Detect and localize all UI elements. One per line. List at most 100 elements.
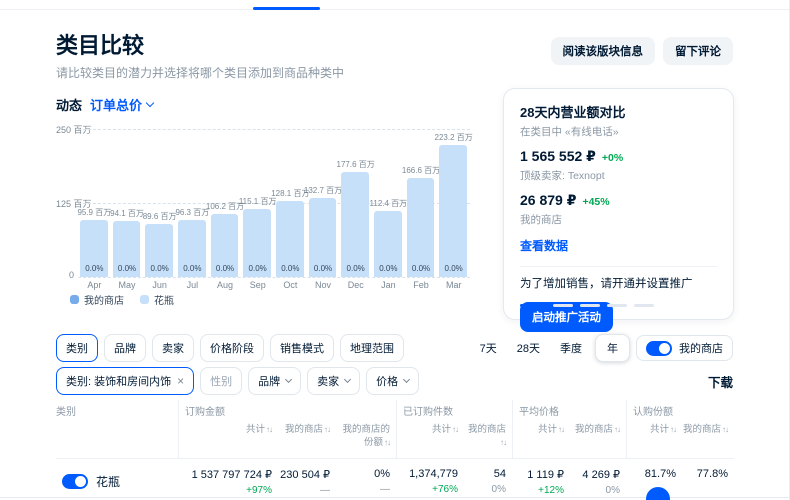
table-cell: 77.8%: [682, 459, 734, 496]
gridline-250: [78, 129, 470, 130]
period-option[interactable]: 年: [595, 334, 630, 362]
cell-delta: +97%: [178, 485, 272, 496]
filter-tab[interactable]: 品牌: [104, 334, 146, 362]
my-shop-toggle-label: 我的商店: [679, 340, 723, 356]
bar-feb[interactable]: [407, 178, 435, 277]
remove-filter-icon[interactable]: ×: [177, 375, 184, 387]
bar-chart: 250 百万 125 百万 0 95.9 百万0.0%94.1 百万0.0%89…: [56, 117, 470, 293]
filter-tab[interactable]: 地理范围: [340, 334, 404, 362]
pagination-dot[interactable]: [553, 304, 573, 307]
x-axis-label: Nov: [307, 280, 340, 290]
cell-value: 0%: [336, 468, 390, 480]
table-sub-header[interactable]: 共计↑↓: [178, 421, 278, 459]
active-tab-underline: [253, 7, 320, 10]
bar-share-label: 0.0%: [372, 264, 405, 273]
bar-mar[interactable]: [439, 145, 467, 277]
metric-selector[interactable]: 订单总价: [90, 95, 153, 114]
top-tabs-divider: [0, 9, 789, 10]
filter-dropdown-chip[interactable]: 性别: [200, 367, 242, 395]
category-name: 花瓶: [96, 473, 120, 490]
applied-filter-chip[interactable]: 类别: 装饰和房间内饰×: [56, 367, 194, 395]
x-axis-label: Jan: [372, 280, 405, 290]
category-turnover: 1 565 552 ₽ +0%: [520, 148, 717, 165]
pagination-dot[interactable]: [634, 304, 654, 307]
legend-item: 花瓶: [140, 292, 174, 307]
table-cell: 1,374,779+76%: [396, 459, 464, 496]
period-option[interactable]: 季度: [553, 335, 589, 361]
filter-dropdown-label: 卖家: [317, 373, 339, 389]
x-axis-labels: AprMayJunJulAugSepOctNovDecJanFebMar: [78, 280, 470, 290]
sub-header-label: 共计: [246, 424, 265, 435]
bar-dec[interactable]: [341, 172, 369, 277]
filter-dropdown-chip[interactable]: 卖家: [307, 367, 360, 395]
promo-text: 为了增加销售，请开通并设置推广: [520, 277, 717, 293]
bar-chart-plot: 95.9 百万0.0%94.1 百万0.0%89.6 百万0.0%96.3 百万…: [78, 129, 470, 277]
leave-feedback-button[interactable]: 留下评论: [663, 37, 733, 65]
filter-dropdown-label: 价格: [376, 373, 398, 389]
my-shop-toggle-chip[interactable]: 我的商店: [636, 335, 733, 361]
filter-tab[interactable]: 卖家: [152, 334, 194, 362]
row-toggle[interactable]: [62, 474, 88, 489]
cell-value: 4 269 ₽: [570, 468, 620, 481]
pagination-dot-active[interactable]: [520, 304, 546, 307]
y-tick-0: 0: [69, 270, 74, 280]
sort-icon: ↑↓: [558, 425, 564, 434]
filter-tab[interactable]: 类别: [56, 334, 98, 362]
sub-header-label: 共计: [650, 424, 669, 435]
sub-header-label: 共计: [538, 424, 557, 435]
filter-dropdown-chip[interactable]: 价格: [366, 367, 419, 395]
filter-dropdown-label: 性别: [210, 373, 232, 389]
pagination-dot[interactable]: [580, 304, 600, 307]
chevron-down-icon: [146, 98, 154, 106]
filter-dropdown-chip[interactable]: 品牌: [248, 367, 301, 395]
filter-tab[interactable]: 价格阶段: [200, 334, 264, 362]
read-section-info-button[interactable]: 阅读该版块信息: [551, 37, 656, 65]
bar-value-label: 166.6 百万: [397, 165, 446, 176]
table-sub-header[interactable]: 我的商店↑↓: [570, 421, 626, 459]
card-pagination: [520, 304, 654, 307]
sort-icon: ↑↓: [266, 425, 272, 434]
table-sub-header[interactable]: 我的商店↑↓: [682, 421, 734, 459]
table-cell: 4 269 ₽0%: [570, 459, 626, 496]
view-data-link[interactable]: 查看数据: [520, 237, 568, 254]
table-sub-header[interactable]: 共计↑↓: [512, 421, 570, 459]
period-option[interactable]: 7天: [473, 335, 504, 361]
chevron-down-icon: [344, 376, 351, 383]
my-shop-turnover-value: 26 879 ₽: [520, 192, 576, 209]
cell-value: 54: [464, 468, 506, 480]
period-selector: 7天28天季度年: [473, 334, 630, 362]
table-sub-header[interactable]: 我的商店↑↓: [278, 421, 336, 459]
table-sub-header[interactable]: 共计↑↓: [626, 421, 682, 459]
sort-icon: ↑↓: [614, 425, 620, 434]
filter-tab[interactable]: 销售模式: [270, 334, 334, 362]
card-category-note: 在类目中 «有线电话»: [520, 124, 717, 139]
x-axis-label: Apr: [78, 280, 111, 290]
bottom-divider: [0, 497, 789, 498]
comparison-table-wrap: 类别订购金额已订购件数平均价格认购份额共计↑↓我的商店↑↓我的商店的份额↑↓共计…: [56, 400, 733, 496]
cell-delta: +76%: [396, 484, 458, 495]
my-shop-toggle[interactable]: [646, 341, 672, 356]
bar-share-label: 0.0%: [405, 264, 438, 273]
x-axis-label: Feb: [405, 280, 438, 290]
table-sub-header[interactable]: 我的商店的份额↑↓: [336, 421, 396, 459]
bar-value-label: 177.6 百万: [331, 159, 380, 170]
secondary-filter-bar: 类别: 装饰和房间内饰× 性别品牌卖家 价格 下载: [56, 367, 733, 395]
table-group-header: 订购金额: [178, 400, 396, 421]
table-header-category: 类别: [56, 400, 178, 421]
period-option[interactable]: 28天: [510, 335, 547, 361]
download-button[interactable]: 下载: [708, 372, 733, 391]
bar-value-label: 223.2 百万: [429, 132, 478, 143]
comparison-table: 类别订购金额已订购件数平均价格认购份额共计↑↓我的商店↑↓我的商店的份额↑↓共计…: [56, 400, 733, 496]
table-sub-header[interactable]: 共计↑↓: [396, 421, 464, 459]
turnover-summary-card: 28天内营业额对比 在类目中 «有线电话» 1 565 552 ₽ +0% 顶级…: [503, 88, 734, 320]
sort-icon: ↑↓: [324, 425, 330, 434]
pagination-dot[interactable]: [607, 304, 627, 307]
legend-item: 我的商店: [70, 292, 124, 307]
my-shop-note: 我的商店: [520, 212, 717, 227]
cell-delta: —: [278, 485, 330, 496]
legend-dot: [140, 295, 149, 304]
table-sub-header[interactable]: 我的商店↑↓: [464, 421, 512, 459]
x-axis-label: Aug: [209, 280, 242, 290]
sort-icon: ↑↓: [452, 425, 458, 434]
cell-value: 1 119 ₽: [512, 468, 564, 481]
